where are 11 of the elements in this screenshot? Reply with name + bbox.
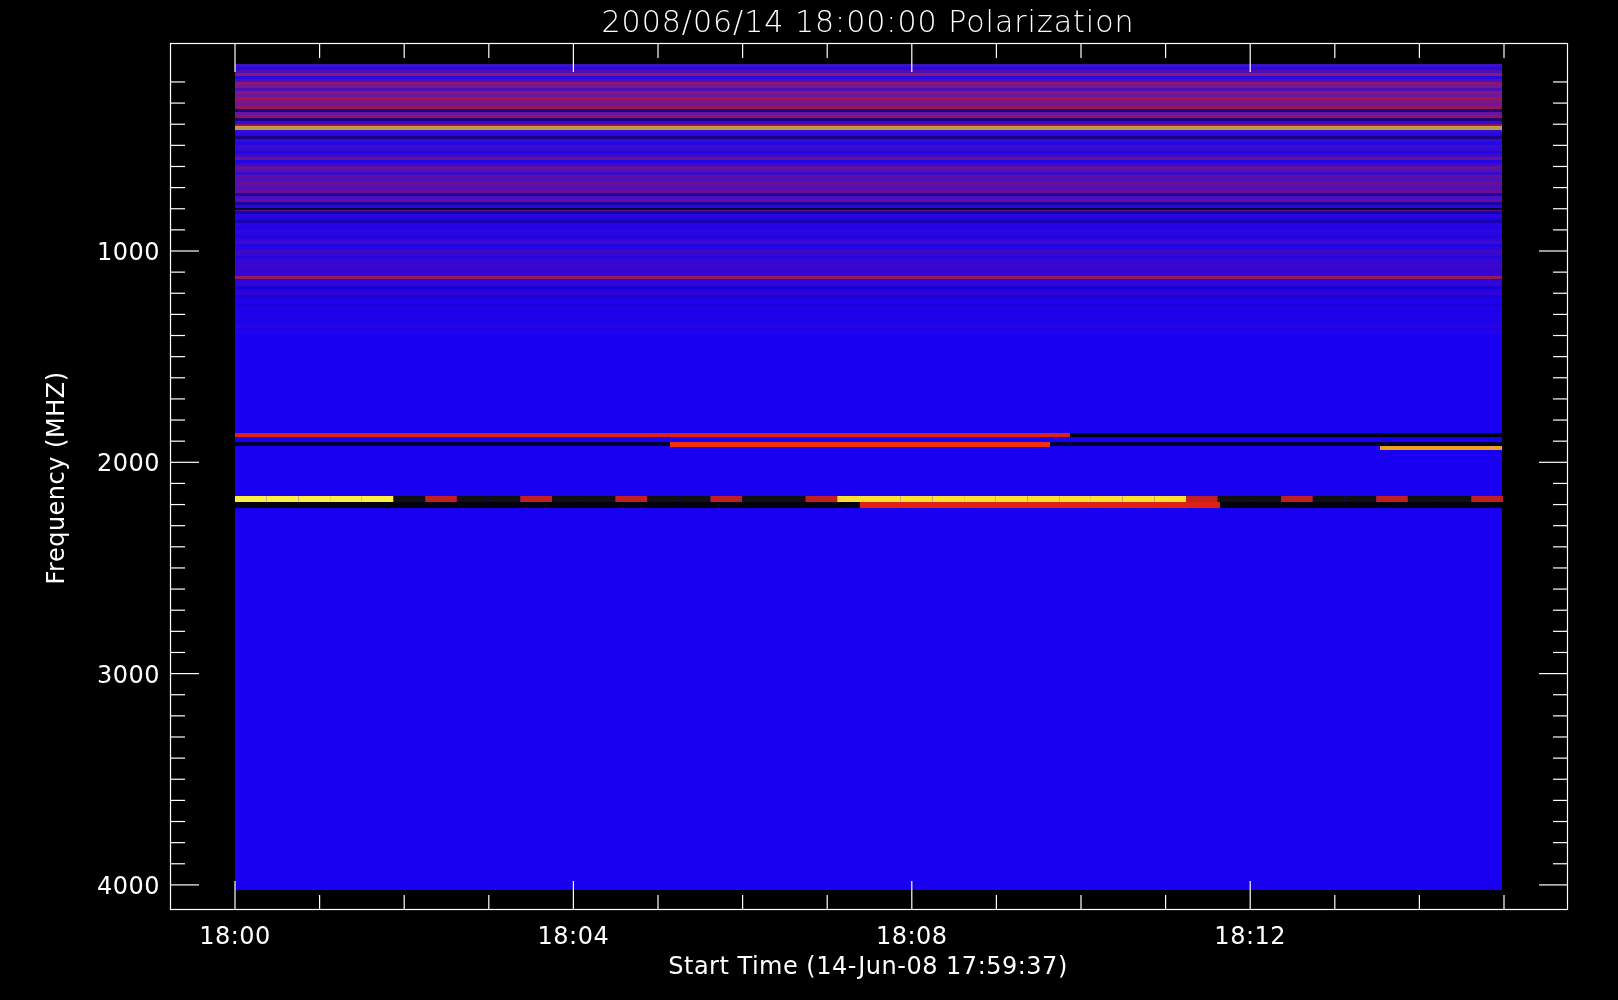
y-tick-label: 4000: [96, 871, 160, 900]
x-tick-label: 18:04: [537, 922, 610, 950]
y-tick-label: 2000: [96, 449, 160, 478]
x-tick-label: 18:08: [875, 922, 948, 950]
x-tick-label: 18:12: [1214, 922, 1287, 950]
x-axis-label: Start Time (14-Jun-08 17:59:37): [668, 952, 1068, 980]
y-tick-label: 1000: [96, 238, 160, 266]
x-tick-label: 18:00: [199, 922, 271, 950]
plot-title: 2008/06/14 18:00:00 Polarization: [601, 4, 1135, 39]
y-axis-label: Frequency (MHZ): [42, 371, 70, 585]
y-tick-label: 3000: [96, 660, 160, 689]
